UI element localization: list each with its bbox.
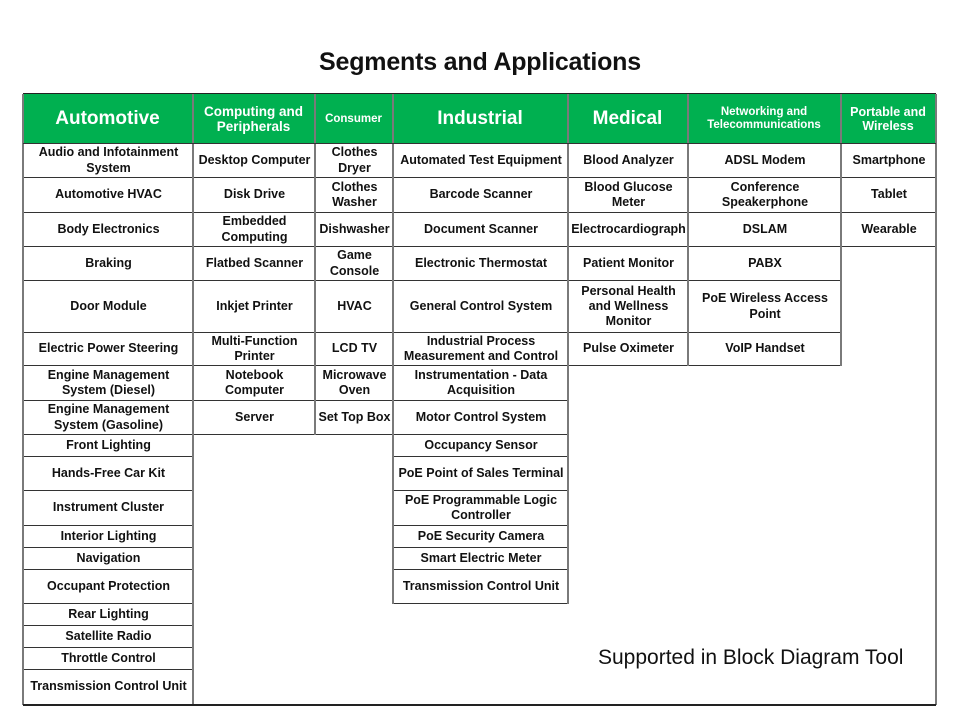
- cell-consumer-microwave-oven: Microwave Oven: [316, 366, 393, 401]
- cell-industrial-poe-security-camera: PoE Security Camera: [394, 526, 568, 548]
- cell-industrial-document-scanner: Document Scanner: [394, 213, 568, 247]
- column-header-automotive: Automotive: [23, 94, 193, 144]
- cell-consumer-clothes-washer: Clothes Washer: [316, 178, 393, 213]
- cell-industrial-motor-control-system: Motor Control System: [394, 401, 568, 435]
- cell-networking-and-telecommunications-pabx: PABX: [689, 247, 841, 281]
- cell-industrial-general-control-system: General Control System: [394, 281, 568, 333]
- cell-portable-and-wireless-smartphone: Smartphone: [842, 144, 936, 178]
- cell-networking-and-telecommunications-dslam: DSLAM: [689, 213, 841, 247]
- cell-automotive-navigation: Navigation: [24, 548, 193, 570]
- cell-automotive-braking: Braking: [24, 247, 193, 281]
- cell-industrial-industrial-process-measurement-and-control: Industrial Process Measurement and Contr…: [394, 333, 568, 366]
- cell-networking-and-telecommunications-adsl-modem: ADSL Modem: [689, 144, 841, 178]
- cell-consumer-set-top-box: Set Top Box: [316, 401, 393, 435]
- column-divider: [192, 94, 194, 705]
- cell-industrial-occupancy-sensor: Occupancy Sensor: [394, 435, 568, 457]
- cell-computing-and-peripherals-multi-function-printer: Multi-Function Printer: [194, 333, 315, 366]
- segments-table: Automotive Audio and Infotainment System A…: [0, 0, 960, 720]
- cell-networking-and-telecommunications-poe-wireless-access-point: PoE Wireless Access Point: [689, 281, 841, 333]
- column-divider: [840, 94, 842, 366]
- cell-automotive-interior-lighting: Interior Lighting: [24, 526, 193, 548]
- column-header-industrial: Industrial: [393, 94, 568, 144]
- cell-networking-and-telecommunications-conference-speakerphone: Conference Speakerphone: [689, 178, 841, 213]
- cell-automotive-body-electronics: Body Electronics: [24, 213, 193, 247]
- cell-automotive-automotive-hvac: Automotive HVAC: [24, 178, 193, 213]
- column-divider: [687, 94, 689, 366]
- table-top-border: [23, 93, 936, 94]
- table-bottom-border: [23, 704, 936, 706]
- cell-automotive-audio-and-infotainment-system: Audio and Infotainment System: [24, 144, 193, 178]
- cell-industrial-automated-test-equipment: Automated Test Equipment: [394, 144, 568, 178]
- cell-automotive-instrument-cluster: Instrument Cluster: [24, 491, 193, 526]
- cell-industrial-instrumentation-data-acquisition: Instrumentation - Data Acquisition: [394, 366, 568, 401]
- cell-consumer-lcd-tv: LCD TV: [316, 333, 393, 366]
- cell-medical-blood-analyzer: Blood Analyzer: [569, 144, 688, 178]
- cell-industrial-electronic-thermostat: Electronic Thermostat: [394, 247, 568, 281]
- cell-computing-and-peripherals-desktop-computer: Desktop Computer: [194, 144, 315, 178]
- cell-networking-and-telecommunications-voip-handset: VoIP Handset: [689, 333, 841, 366]
- cell-industrial-transmission-control-unit: Transmission Control Unit: [394, 570, 568, 604]
- column-header-consumer: Consumer: [315, 94, 393, 144]
- cell-automotive-electric-power-steering: Electric Power Steering: [24, 333, 193, 366]
- cell-consumer-hvac: HVAC: [316, 281, 393, 333]
- header-bottom-border: [23, 143, 936, 144]
- cell-portable-and-wireless-wearable: Wearable: [842, 213, 936, 247]
- cell-industrial-smart-electric-meter: Smart Electric Meter: [394, 548, 568, 570]
- cell-consumer-dishwasher: Dishwasher: [316, 213, 393, 247]
- cell-industrial-poe-point-of-sales-terminal: PoE Point of Sales Terminal: [394, 457, 568, 491]
- cell-automotive-engine-management-system-gasoline: Engine Management System (Gasoline): [24, 401, 193, 435]
- cell-automotive-rear-lighting: Rear Lighting: [24, 604, 193, 626]
- table-right-border: [935, 94, 937, 705]
- footnote: Supported in Block Diagram Tool: [598, 646, 904, 669]
- column-header-medical: Medical: [568, 94, 688, 144]
- cell-medical-personal-health-and-wellness-monitor: Personal Health and Wellness Monitor: [569, 281, 688, 333]
- cell-medical-pulse-oximeter: Pulse Oximeter: [569, 333, 688, 366]
- cell-automotive-transmission-control-unit: Transmission Control Unit: [24, 670, 193, 705]
- cell-computing-and-peripherals-flatbed-scanner: Flatbed Scanner: [194, 247, 315, 281]
- column-divider: [314, 94, 316, 435]
- column-header-portable-and-wireless: Portable and Wireless: [841, 94, 936, 144]
- column-divider: [392, 94, 394, 604]
- cell-medical-electrocardiograph: Electrocardiograph: [569, 213, 688, 247]
- cell-consumer-game-console: Game Console: [316, 247, 393, 281]
- cell-automotive-front-lighting: Front Lighting: [24, 435, 193, 457]
- cell-computing-and-peripherals-server: Server: [194, 401, 315, 435]
- cell-automotive-engine-management-system-diesel: Engine Management System (Diesel): [24, 366, 193, 401]
- cell-computing-and-peripherals-inkjet-printer: Inkjet Printer: [194, 281, 315, 333]
- cell-automotive-door-module: Door Module: [24, 281, 193, 333]
- cell-automotive-throttle-control: Throttle Control: [24, 648, 193, 670]
- cell-automotive-satellite-radio: Satellite Radio: [24, 626, 193, 648]
- cell-medical-blood-glucose-meter: Blood Glucose Meter: [569, 178, 688, 213]
- cell-computing-and-peripherals-disk-drive: Disk Drive: [194, 178, 315, 213]
- column-divider: [567, 94, 569, 604]
- cell-computing-and-peripherals-embedded-computing: Embedded Computing: [194, 213, 315, 247]
- column-header-networking-and-telecommunications: Networking and Telecommunications: [688, 94, 841, 144]
- cell-computing-and-peripherals-notebook-computer: Notebook Computer: [194, 366, 315, 401]
- column-header-computing-and-peripherals: Computing and Peripherals: [193, 94, 315, 144]
- cell-industrial-poe-programmable-logic-controller: PoE Programmable Logic Controller: [394, 491, 568, 526]
- column-divider: [22, 94, 24, 705]
- cell-industrial-barcode-scanner: Barcode Scanner: [394, 178, 568, 213]
- cell-consumer-clothes-dryer: Clothes Dryer: [316, 144, 393, 178]
- cell-medical-patient-monitor: Patient Monitor: [569, 247, 688, 281]
- cell-automotive-occupant-protection: Occupant Protection: [24, 570, 193, 604]
- cell-portable-and-wireless-tablet: Tablet: [842, 178, 936, 213]
- cell-automotive-hands-free-car-kit: Hands-Free Car Kit: [24, 457, 193, 491]
